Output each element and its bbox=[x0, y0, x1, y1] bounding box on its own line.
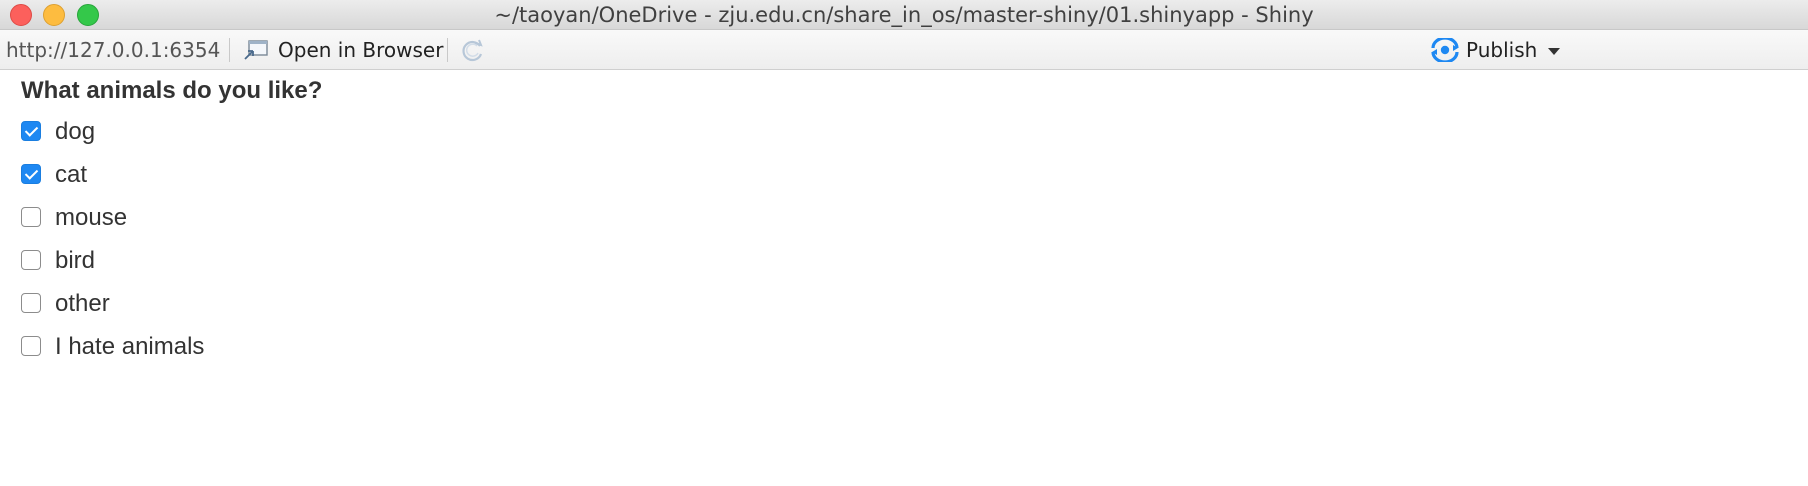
checkbox-label: I hate animals bbox=[55, 333, 205, 360]
title-bar[interactable]: ~/taoyan/OneDrive - zju.edu.cn/share_in_… bbox=[0, 0, 1808, 30]
shiny-app-body: What animals do you like? dog cat mouse … bbox=[0, 71, 1808, 486]
checkbox[interactable] bbox=[21, 250, 41, 270]
app-window: ~/taoyan/OneDrive - zju.edu.cn/share_in_… bbox=[0, 0, 1808, 486]
checkbox-label: dog bbox=[55, 118, 96, 145]
publish-label: Publish bbox=[1466, 38, 1538, 62]
publish-icon bbox=[1431, 38, 1459, 62]
open-in-browser-button[interactable]: Open in Browser bbox=[278, 34, 447, 66]
refresh-icon[interactable] bbox=[459, 37, 487, 65]
checkbox-group-label: What animals do you like? bbox=[21, 77, 323, 104]
checkbox[interactable] bbox=[21, 121, 41, 141]
toolbar-divider bbox=[447, 38, 448, 62]
checkbox[interactable] bbox=[21, 293, 41, 313]
checkbox-label: bird bbox=[55, 247, 96, 274]
app-url[interactable]: http://127.0.0.1:6354 bbox=[6, 30, 220, 70]
checkbox[interactable] bbox=[21, 164, 41, 184]
publish-button[interactable]: Publish bbox=[1428, 34, 1538, 66]
checkbox-label: mouse bbox=[55, 204, 128, 231]
open-in-browser-icon[interactable] bbox=[243, 39, 269, 61]
checkbox[interactable] bbox=[21, 207, 41, 227]
publish-dropdown-chevron-down-icon[interactable] bbox=[1548, 48, 1560, 55]
window-title: ~/taoyan/OneDrive - zju.edu.cn/share_in_… bbox=[494, 3, 1314, 27]
checkbox-label: cat bbox=[55, 161, 88, 188]
checkbox[interactable] bbox=[21, 336, 41, 356]
toolbar-divider bbox=[229, 38, 230, 62]
viewer-toolbar: http://127.0.0.1:6354 Open in Browser Pu… bbox=[0, 30, 1808, 70]
checkbox-label: other bbox=[55, 290, 110, 317]
